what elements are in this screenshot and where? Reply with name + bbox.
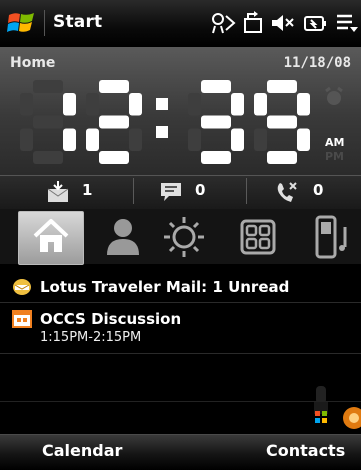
weather-icon[interactable] [158,211,210,263]
clock-digit-segment [231,128,244,151]
clock-digit-segment [201,80,231,93]
clock-digit-segment [20,128,33,151]
missed-call-count: 0 [313,181,324,199]
clock-digit-segment [188,128,201,151]
clock-digit-segment [33,151,63,164]
media-icon[interactable] [340,405,361,431]
home-icon[interactable] [32,216,70,256]
phone-icon[interactable] [305,211,357,263]
sync-icon[interactable] [240,10,266,36]
clock-digit-segment [267,151,297,164]
clock-digit-segment [231,93,244,116]
title-separator [44,10,45,36]
clock-digit-segment [33,115,63,129]
am-indicator: AM [325,136,345,149]
clock-digit-segment [63,93,76,116]
clock-digit-segment [20,93,33,116]
windows-start-icon[interactable] [6,8,36,38]
contacts-softkey[interactable]: Contacts [266,441,345,460]
digital-clock[interactable] [20,76,320,168]
clock-digit-segment [86,93,99,116]
battery-icon[interactable] [302,10,328,36]
lotus-mail-icon [13,279,31,295]
clock-digit-segment [201,151,231,164]
missed-call-icon[interactable] [274,179,300,205]
clock-digit-segment [129,128,142,151]
mail-status-text[interactable]: Lotus Traveler Mail: 1 Unread [40,278,289,296]
clock-digit-segment [99,151,129,164]
clock-digit-segment [267,80,297,93]
message-icon[interactable] [159,179,185,205]
volume-icon[interactable] [270,10,296,36]
clock-digit-segment [129,93,142,116]
connectivity-icon[interactable] [210,10,236,36]
counter-divider [246,178,247,204]
clock-digit-segment [254,128,267,151]
clock-digit-segment [86,128,99,151]
windows-live-icon[interactable] [314,410,328,424]
email-icon[interactable] [45,179,71,205]
counter-divider [133,178,134,204]
clock-digit-segment [267,115,297,129]
clock-digit-segment [188,93,201,116]
clock-digit-segment [297,128,310,151]
list-divider [0,401,361,402]
alarm-icon [325,86,343,105]
calendar-softkey[interactable]: Calendar [42,441,122,460]
clock-colon-dot [156,126,168,138]
clock-colon-dot [156,98,168,110]
clock-digit-segment [254,93,267,116]
clock-digit-segment [201,115,231,129]
calendar-icon [12,310,32,328]
appointment-time: 1:15PM-2:15PM [40,330,142,345]
apps-grid-icon[interactable] [232,211,284,263]
pm-indicator: PM [325,150,345,163]
clock-digit-segment [297,93,310,116]
clock-digit-segment [99,115,129,129]
start-label[interactable]: Start [53,12,102,32]
appointment-title[interactable]: OCCS Discussion [40,310,181,328]
menu-icon[interactable] [334,10,360,36]
clock-digit-segment [63,128,76,151]
clock-digit-segment [99,80,129,93]
date-label: 11/18/08 [283,55,351,71]
email-count: 1 [82,181,93,199]
people-icon[interactable] [97,211,149,263]
speaker-icon [314,386,328,414]
clock-digit-segment [33,80,63,93]
home-label: Home [10,55,56,71]
message-count: 0 [195,181,206,199]
